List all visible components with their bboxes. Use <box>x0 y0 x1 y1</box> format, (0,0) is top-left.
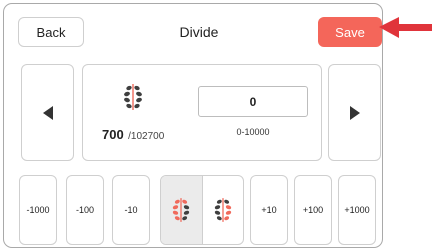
next-button[interactable] <box>328 64 381 161</box>
plus-100-button[interactable]: +100 <box>294 175 332 245</box>
item-panel: 700 /102700 0 0-10000 <box>82 64 322 161</box>
triangle-left-icon <box>42 105 53 120</box>
split-mode-red[interactable] <box>161 176 202 244</box>
plus-10-button[interactable]: +10 <box>250 175 288 245</box>
minus-10-button[interactable]: -10 <box>112 175 150 245</box>
plus-1000-button[interactable]: +1000 <box>338 175 376 245</box>
item-count-total: /102700 <box>128 131 165 142</box>
quantity-range: 0-10000 <box>236 127 270 137</box>
save-button[interactable]: Save <box>318 17 382 47</box>
minus-100-button[interactable]: -100 <box>66 175 104 245</box>
seed-pod-dark-icon <box>214 198 231 222</box>
minus-1000-button[interactable]: -1000 <box>19 175 57 245</box>
divide-panel: Back Divide Save 700 /102700 0 0-10000 -… <box>3 3 383 248</box>
item-count: 700 /102700 <box>102 126 202 144</box>
back-button[interactable]: Back <box>18 17 84 47</box>
annotation-arrow-icon <box>379 17 432 38</box>
previous-button[interactable] <box>21 64 74 161</box>
seed-pod-red-icon <box>173 198 190 222</box>
triangle-right-icon <box>349 105 360 120</box>
split-mode-toggle <box>160 175 244 245</box>
seed-pod-icon <box>124 84 142 110</box>
split-mode-dark[interactable] <box>201 176 244 244</box>
page-title: Divide <box>179 24 219 40</box>
item-count-value: 700 <box>102 127 124 142</box>
quantity-input[interactable]: 0 <box>198 86 308 117</box>
